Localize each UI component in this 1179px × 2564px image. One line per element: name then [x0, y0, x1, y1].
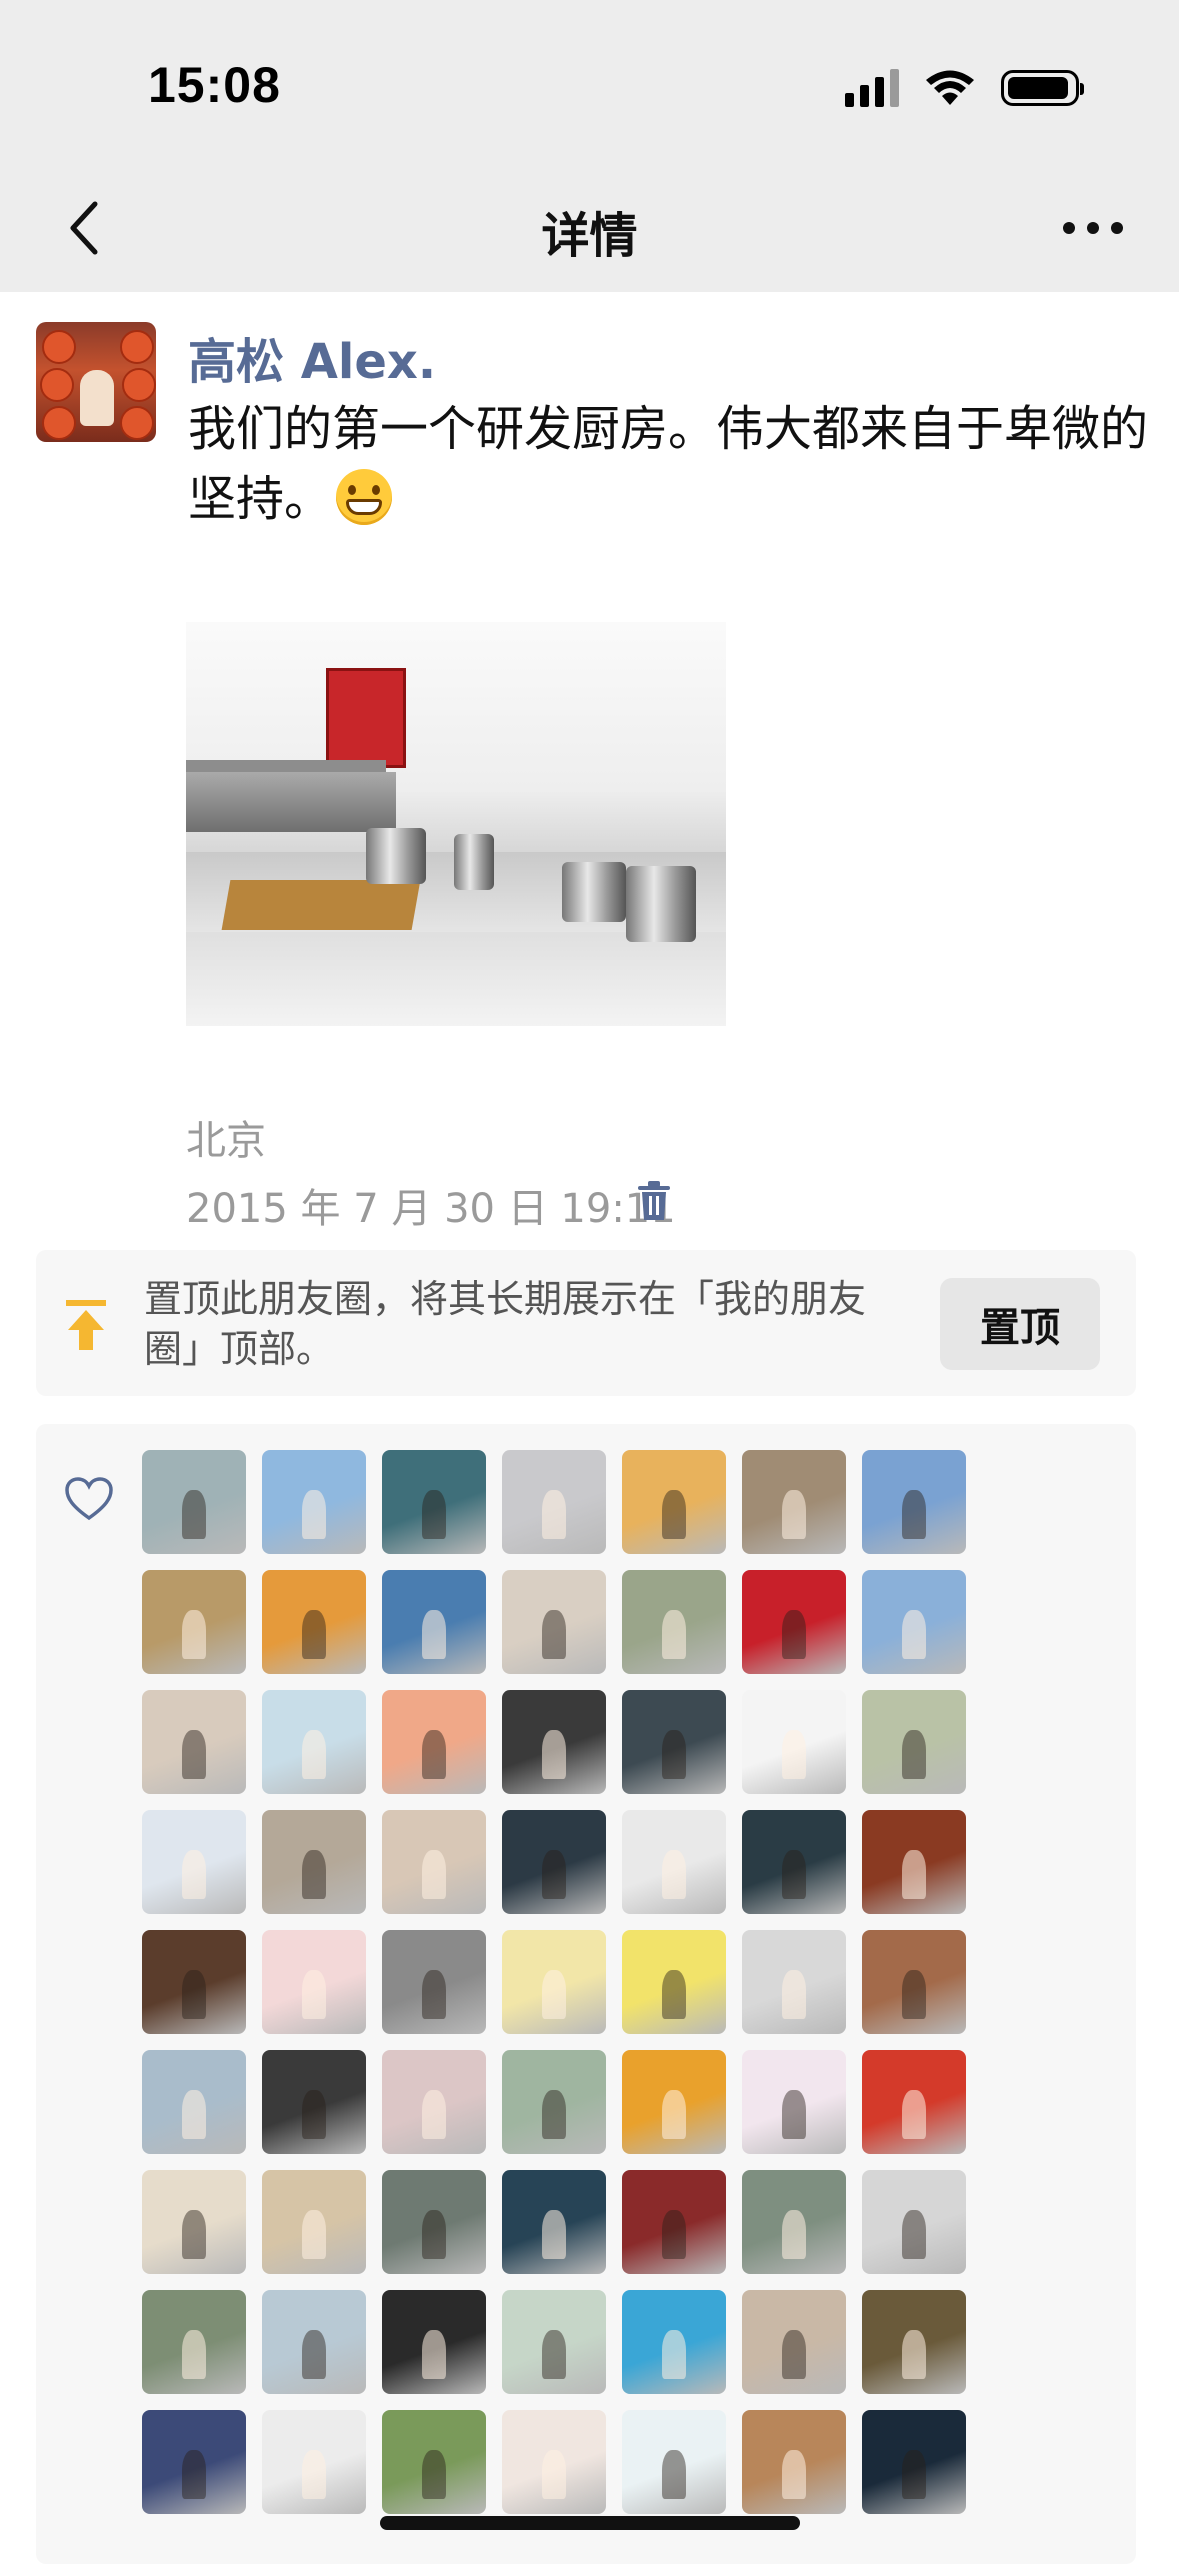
liker-avatar[interactable] [382, 2170, 486, 2274]
liker-avatar[interactable] [742, 1930, 846, 2034]
navigation-bar: 详情 [0, 170, 1179, 292]
liker-avatar[interactable] [502, 1450, 606, 1554]
wifi-icon [926, 70, 974, 105]
liker-avatar[interactable] [142, 1690, 246, 1794]
liker-avatar[interactable] [622, 1450, 726, 1554]
home-indicator [380, 2516, 800, 2530]
liker-avatar[interactable] [622, 2290, 726, 2394]
liker-avatar[interactable] [742, 2290, 846, 2394]
liker-avatar[interactable] [382, 2410, 486, 2514]
liker-avatar[interactable] [862, 1570, 966, 1674]
post-photo[interactable] [186, 622, 726, 1026]
liker-avatar[interactable] [262, 2170, 366, 2274]
liker-avatar[interactable] [862, 2170, 966, 2274]
post-location[interactable]: 北京 [186, 1108, 266, 1166]
liker-avatar[interactable] [622, 2170, 726, 2274]
page-title: 详情 [541, 208, 638, 264]
liker-avatar[interactable] [382, 2290, 486, 2394]
liker-avatar[interactable] [262, 2290, 366, 2394]
liker-avatar[interactable] [742, 1450, 846, 1554]
liker-avatar[interactable] [862, 1810, 966, 1914]
heart-icon [65, 1477, 113, 1521]
cellular-signal-icon [845, 69, 899, 107]
liker-avatar[interactable] [502, 2050, 606, 2154]
liker-avatar[interactable] [262, 1570, 366, 1674]
pin-to-top-card: 置顶此朋友圈，将其长期展示在「我的朋友圈」顶部。 置顶 [36, 1250, 1136, 1396]
liker-avatar[interactable] [382, 1450, 486, 1554]
liker-avatar[interactable] [862, 1450, 966, 1554]
liker-avatar[interactable] [382, 1810, 486, 1914]
liker-avatar[interactable] [622, 2410, 726, 2514]
liker-avatar[interactable] [622, 1690, 726, 1794]
liker-avatar[interactable] [142, 2050, 246, 2154]
post-text-content: 我们的第一个研发厨房。伟大都来自于卑微的坚持。 [188, 401, 1149, 527]
pin-to-top-icon [66, 1300, 106, 1350]
liker-avatar[interactable] [742, 2050, 846, 2154]
liker-avatar[interactable] [382, 1690, 486, 1794]
liker-avatar[interactable] [622, 2050, 726, 2154]
liker-avatar[interactable] [502, 2290, 606, 2394]
liker-avatar[interactable] [262, 2410, 366, 2514]
liker-avatar[interactable] [502, 2410, 606, 2514]
liker-avatar[interactable] [382, 2050, 486, 2154]
liker-avatar[interactable] [262, 1450, 366, 1554]
liker-avatar[interactable] [142, 2410, 246, 2514]
liker-avatar[interactable] [382, 1570, 486, 1674]
liker-avatar[interactable] [262, 2050, 366, 2154]
liker-avatar[interactable] [622, 1930, 726, 2034]
liker-avatar[interactable] [262, 1930, 366, 2034]
liker-avatar[interactable] [862, 2290, 966, 2394]
liker-avatar[interactable] [862, 1690, 966, 1794]
author-avatar[interactable] [36, 322, 156, 442]
liker-avatar[interactable] [502, 1690, 606, 1794]
pin-to-top-button[interactable]: 置顶 [940, 1278, 1100, 1370]
status-time: 15:08 [148, 57, 281, 113]
liker-avatar[interactable] [142, 2170, 246, 2274]
liker-avatar[interactable] [622, 1810, 726, 1914]
liker-avatar[interactable] [622, 1570, 726, 1674]
liker-avatar-grid [142, 1450, 966, 2514]
liker-avatar[interactable] [862, 1930, 966, 2034]
liker-avatar[interactable] [742, 1570, 846, 1674]
top-bar: 15:08 详情 [0, 0, 1179, 292]
battery-icon [1001, 70, 1084, 106]
liker-avatar[interactable] [742, 1810, 846, 1914]
more-button[interactable] [1043, 188, 1143, 268]
author-name[interactable]: 高松 Alex. [188, 322, 436, 392]
liker-avatar[interactable] [742, 2170, 846, 2274]
likes-section [36, 1424, 1136, 2564]
liker-avatar[interactable] [142, 2290, 246, 2394]
liker-avatar[interactable] [742, 2410, 846, 2514]
grinning-face-icon [336, 469, 393, 525]
liker-avatar[interactable] [142, 1450, 246, 1554]
liker-avatar[interactable] [742, 1690, 846, 1794]
liker-avatar[interactable] [502, 2170, 606, 2274]
liker-avatar[interactable] [142, 1930, 246, 2034]
pin-description: 置顶此朋友圈，将其长期展示在「我的朋友圈」顶部。 [144, 1277, 867, 1371]
liker-avatar[interactable] [142, 1570, 246, 1674]
more-dots-icon [1063, 222, 1075, 234]
liker-avatar[interactable] [502, 1810, 606, 1914]
liker-avatar[interactable] [262, 1810, 366, 1914]
liker-avatar[interactable] [142, 1810, 246, 1914]
liker-avatar[interactable] [502, 1570, 606, 1674]
trash-icon[interactable] [636, 1180, 672, 1222]
post-timestamp: 2015 年 7 月 30 日 19:11 [186, 1186, 676, 1232]
liker-avatar[interactable] [502, 1930, 606, 2034]
liker-avatar[interactable] [262, 1690, 366, 1794]
liker-avatar[interactable] [862, 2410, 966, 2514]
liker-avatar[interactable] [382, 1930, 486, 2034]
status-icons [845, 60, 1084, 116]
post-text: 我们的第一个研发厨房。伟大都来自于卑微的坚持。 [188, 394, 1148, 534]
liker-avatar[interactable] [862, 2050, 966, 2154]
